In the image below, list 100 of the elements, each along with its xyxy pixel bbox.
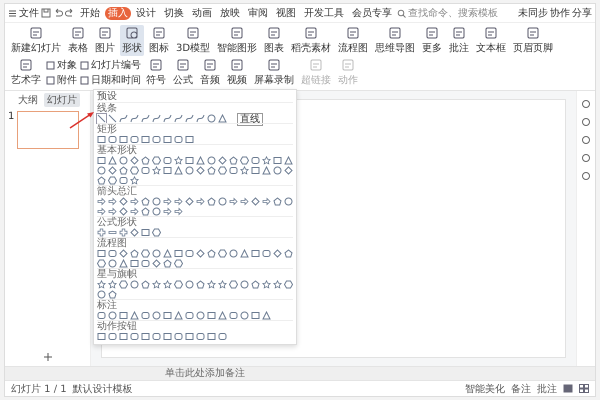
menu-tab[interactable]: 审阅 bbox=[245, 6, 271, 20]
circle-icon[interactable] bbox=[185, 280, 194, 289]
triangle-icon[interactable] bbox=[262, 166, 271, 175]
menu-tab[interactable]: 开始 bbox=[77, 6, 103, 20]
rectangle-icon[interactable] bbox=[207, 332, 216, 341]
panel-tab[interactable]: 幻灯片 bbox=[44, 93, 80, 107]
circle-icon[interactable] bbox=[273, 166, 282, 175]
plus-icon[interactable] bbox=[119, 228, 128, 237]
minus-icon[interactable] bbox=[108, 228, 117, 237]
triangle-icon[interactable] bbox=[163, 249, 172, 258]
diamond-icon[interactable] bbox=[119, 249, 128, 258]
rectangle-icon[interactable] bbox=[185, 332, 194, 341]
rounded-rectangle-icon[interactable] bbox=[141, 259, 150, 268]
menu-tab[interactable]: 放映 bbox=[217, 6, 243, 20]
triangle-icon[interactable] bbox=[119, 259, 128, 268]
circle-icon[interactable] bbox=[108, 311, 117, 320]
rectangle-icon[interactable] bbox=[141, 135, 150, 144]
hexagon-icon[interactable] bbox=[174, 280, 183, 289]
rectangle-icon[interactable] bbox=[119, 135, 128, 144]
rectangle-icon[interactable] bbox=[174, 249, 183, 258]
circle-icon[interactable] bbox=[152, 249, 161, 258]
status-button[interactable]: 智能美化 bbox=[465, 382, 505, 396]
rounded-rectangle-icon[interactable] bbox=[141, 166, 150, 175]
rectangle-icon[interactable] bbox=[119, 332, 128, 341]
circle-icon[interactable] bbox=[130, 280, 139, 289]
circle-icon[interactable] bbox=[108, 259, 117, 268]
diamond-icon[interactable] bbox=[218, 156, 227, 165]
circle-icon[interactable] bbox=[152, 207, 161, 216]
pentagon-icon[interactable] bbox=[196, 280, 205, 289]
triangle-icon[interactable] bbox=[240, 249, 249, 258]
pentagon-icon[interactable] bbox=[97, 176, 106, 185]
rounded-rectangle-icon[interactable] bbox=[174, 332, 183, 341]
diamond-icon[interactable] bbox=[251, 197, 260, 206]
ribbon-button[interactable]: 新建幻灯片 bbox=[9, 25, 63, 56]
toolbar-action[interactable]: 协作 bbox=[550, 6, 570, 20]
hexagon-icon[interactable] bbox=[130, 166, 139, 175]
hexagon-icon[interactable] bbox=[152, 228, 161, 237]
ribbon-button[interactable]: 文本框 bbox=[474, 25, 508, 56]
circle-icon[interactable] bbox=[97, 166, 106, 175]
add-slide-icon[interactable] bbox=[42, 352, 52, 362]
save-icon[interactable] bbox=[41, 8, 51, 18]
rounded-rectangle-icon[interactable] bbox=[108, 135, 117, 144]
triangle-icon[interactable] bbox=[262, 311, 271, 320]
hexagon-icon[interactable] bbox=[174, 259, 183, 268]
rounded-rectangle-icon[interactable] bbox=[152, 135, 161, 144]
ribbon-button[interactable]: 音频 bbox=[198, 57, 222, 88]
triangle-icon[interactable] bbox=[108, 156, 117, 165]
rectangle-icon[interactable] bbox=[119, 311, 128, 320]
rounded-rectangle-icon[interactable] bbox=[229, 311, 238, 320]
rectangle-icon[interactable] bbox=[273, 156, 282, 165]
ribbon-button[interactable]: 表格 bbox=[66, 25, 90, 56]
normal-view-icon[interactable] bbox=[563, 384, 573, 393]
rounded-rectangle-icon[interactable] bbox=[141, 311, 150, 320]
diamond-icon[interactable] bbox=[185, 197, 194, 206]
circle-icon[interactable] bbox=[196, 311, 205, 320]
diamond-icon[interactable] bbox=[284, 166, 293, 175]
circle-icon[interactable] bbox=[229, 249, 238, 258]
rectangle-icon[interactable] bbox=[130, 259, 139, 268]
diamond-icon[interactable] bbox=[196, 249, 205, 258]
menu-tab[interactable]: 视图 bbox=[273, 6, 299, 20]
ribbon-button[interactable]: 页眉页脚 bbox=[511, 25, 556, 56]
ribbon-button[interactable]: 批注 bbox=[447, 25, 472, 56]
redo-icon[interactable] bbox=[65, 8, 75, 18]
circle-icon[interactable] bbox=[185, 166, 194, 175]
rounded-rectangle-icon[interactable] bbox=[196, 332, 205, 341]
hexagon-icon[interactable] bbox=[240, 156, 249, 165]
rectangle-icon[interactable] bbox=[251, 166, 260, 175]
pentagon-icon[interactable] bbox=[163, 259, 172, 268]
menu-tab[interactable]: 会员专享 bbox=[349, 6, 395, 20]
rounded-rectangle-icon[interactable] bbox=[174, 135, 183, 144]
arrow-icon[interactable] bbox=[196, 197, 205, 206]
ribbon-button[interactable]: 公式 bbox=[171, 57, 195, 88]
ribbon-button[interactable]: 思维导图 bbox=[373, 25, 418, 56]
diamond-icon[interactable] bbox=[273, 249, 282, 258]
ribbon-button[interactable]: 幻灯片编号 bbox=[80, 58, 141, 72]
ribbon-button[interactable]: 屏幕录制 bbox=[252, 57, 296, 88]
menu-tab[interactable]: 开发工具 bbox=[301, 6, 347, 20]
arrow-icon[interactable] bbox=[262, 197, 271, 206]
triangle-icon[interactable] bbox=[174, 166, 183, 175]
hexagon-icon[interactable] bbox=[152, 156, 161, 165]
ribbon-button[interactable]: 稻壳素材 bbox=[289, 25, 334, 56]
rounded-rectangle-icon[interactable] bbox=[152, 332, 161, 341]
undo-icon[interactable] bbox=[53, 8, 63, 18]
rectangle-icon[interactable] bbox=[207, 311, 216, 320]
rectangle-icon[interactable] bbox=[163, 332, 172, 341]
circle-icon[interactable] bbox=[240, 280, 249, 289]
ribbon-button[interactable]: 智能图形 bbox=[215, 25, 260, 56]
rectangle-icon[interactable] bbox=[97, 156, 106, 165]
line-icon[interactable] bbox=[108, 114, 117, 123]
triangle-icon[interactable] bbox=[218, 311, 227, 320]
rounded-rectangle-icon[interactable] bbox=[185, 249, 194, 258]
rounded-rectangle-icon[interactable] bbox=[97, 311, 106, 320]
rectangle-icon[interactable] bbox=[163, 166, 172, 175]
rounded-rectangle-icon[interactable] bbox=[108, 249, 117, 258]
circle-icon[interactable] bbox=[207, 156, 216, 165]
ribbon-button[interactable]: 日期和时间 bbox=[80, 73, 141, 87]
diamond-icon[interactable] bbox=[130, 156, 139, 165]
circle-icon[interactable] bbox=[284, 197, 293, 206]
rectangle-icon[interactable] bbox=[141, 228, 150, 237]
rectangle-icon[interactable] bbox=[163, 135, 172, 144]
